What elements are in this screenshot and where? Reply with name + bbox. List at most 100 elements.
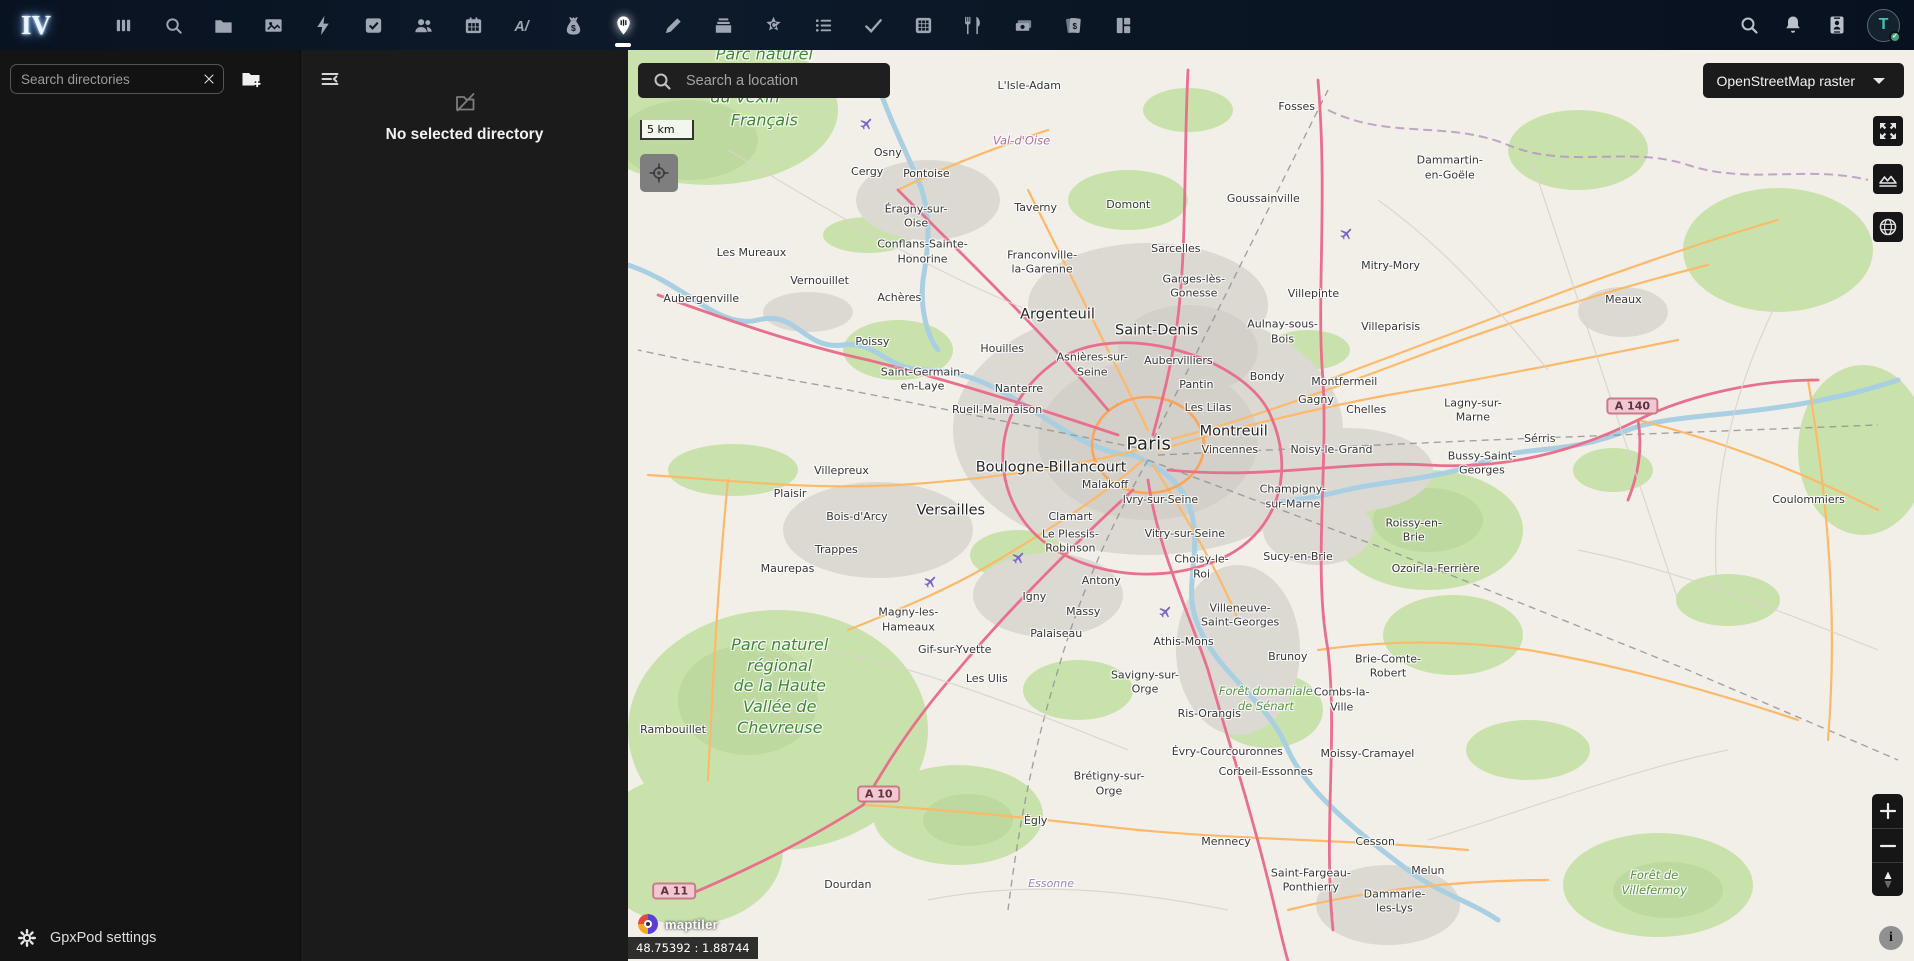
topbar-app-activity[interactable] bbox=[298, 0, 348, 50]
analytics-icon: A/ bbox=[512, 14, 535, 37]
map-label: Éragny-sur- Oise bbox=[885, 202, 948, 231]
topbar-app-notes[interactable] bbox=[648, 0, 698, 50]
map[interactable]: Parc natureldu VexinFrançaisL'Isle-AdamF… bbox=[628, 50, 1914, 961]
gpxpod-settings-button[interactable]: GpxPod settings bbox=[0, 915, 300, 961]
map-labels: Parc natureldu VexinFrançaisL'Isle-AdamF… bbox=[628, 50, 1914, 961]
map-label: Montreuil bbox=[1200, 422, 1268, 441]
search-icon bbox=[162, 14, 185, 37]
map-label: Saint-Germain- en-Laye bbox=[881, 365, 965, 394]
unified-search-button[interactable] bbox=[1727, 3, 1771, 47]
search-directories-input[interactable] bbox=[10, 64, 224, 94]
map-label: Villepreux bbox=[814, 464, 869, 478]
topbar-app-files[interactable] bbox=[198, 0, 248, 50]
globe-button[interactable] bbox=[1873, 212, 1903, 242]
map-label: Sarcelles bbox=[1151, 241, 1200, 255]
map-label: Gif-sur-Yvette bbox=[918, 643, 991, 657]
map-search-box[interactable] bbox=[638, 63, 890, 98]
map-label: Villepinte bbox=[1288, 287, 1339, 301]
map-label: Fosses bbox=[1278, 100, 1315, 114]
map-label: Conflans-Sainte- Honorine bbox=[877, 238, 968, 267]
contacts-menu-button[interactable] bbox=[1815, 3, 1859, 47]
directory-panel: No selected directory bbox=[300, 50, 628, 961]
map-label: Aubervilliers bbox=[1144, 353, 1213, 367]
map-label: Ris-Orangis bbox=[1178, 707, 1241, 721]
compass-button[interactable] bbox=[1872, 862, 1903, 896]
map-label: Saint-Fargeau- Ponthierry bbox=[1271, 867, 1351, 896]
map-label: Mitry-Mory bbox=[1361, 259, 1420, 273]
topbar-app-calendar[interactable] bbox=[448, 0, 498, 50]
layer-selector[interactable]: OpenStreetMap raster bbox=[1703, 63, 1904, 98]
topbar-app-analytics[interactable]: A/ bbox=[498, 0, 548, 50]
map-label: Domont bbox=[1106, 198, 1150, 212]
topbar-app-rooms[interactable] bbox=[1098, 0, 1148, 50]
map-label: Ozoir-la-Ferrière bbox=[1392, 562, 1480, 576]
rooms-icon bbox=[1112, 14, 1135, 37]
plus-icon bbox=[1876, 799, 1900, 823]
nextcloud-logo[interactable]: IV bbox=[0, 10, 72, 41]
topbar-app-photos[interactable] bbox=[248, 0, 298, 50]
contacts-card-icon bbox=[1825, 13, 1849, 37]
map-label: Versailles bbox=[916, 502, 985, 521]
moneybag-icon: $ bbox=[562, 14, 585, 37]
map-label: Houilles bbox=[980, 342, 1024, 356]
folder-plus-icon bbox=[239, 67, 263, 91]
airport-plane-icon bbox=[1008, 545, 1031, 568]
topbar-app-list[interactable] bbox=[798, 0, 848, 50]
map-label: Massy bbox=[1066, 605, 1100, 619]
payback-icon: $ bbox=[1062, 14, 1085, 37]
bell-icon bbox=[1781, 13, 1805, 37]
topbar-app-dashboard[interactable] bbox=[98, 0, 148, 50]
photos-icon bbox=[262, 14, 285, 37]
topbar-app-payback[interactable]: $ bbox=[1048, 0, 1098, 50]
empty-state: No selected directory bbox=[301, 90, 628, 144]
activity-icon bbox=[312, 14, 335, 37]
topbar-app-check[interactable] bbox=[848, 0, 898, 50]
topbar-app-moneybag[interactable]: $ bbox=[548, 0, 598, 50]
clear-search-icon[interactable] bbox=[201, 71, 217, 87]
fullscreen-icon bbox=[1876, 119, 1900, 143]
map-label: Cergy bbox=[851, 165, 883, 179]
topbar-app-money[interactable] bbox=[998, 0, 1048, 50]
attribution-info-button[interactable]: i bbox=[1879, 926, 1903, 950]
add-directory-button[interactable] bbox=[235, 63, 267, 95]
zoom-out-button[interactable] bbox=[1872, 828, 1903, 862]
zoom-control bbox=[1872, 794, 1903, 896]
topbar-app-contacts[interactable] bbox=[398, 0, 448, 50]
map-label: Malakoff bbox=[1082, 478, 1128, 492]
map-label: Palaiseau bbox=[1030, 627, 1082, 641]
map-label: Lagny-sur- Marne bbox=[1444, 396, 1502, 425]
map-label: Ivry-sur-Seine bbox=[1123, 493, 1199, 507]
app-navigation: GpxPod settings bbox=[0, 50, 300, 961]
map-search-input[interactable] bbox=[684, 72, 878, 90]
map-label: Les Mureaux bbox=[717, 246, 787, 260]
map-label: Parc naturel régional de la Haute Vallée… bbox=[731, 635, 828, 739]
topbar-app-cookbook[interactable] bbox=[948, 0, 998, 50]
avatar[interactable]: T ✓ bbox=[1867, 9, 1900, 42]
map-label: Plaisir bbox=[774, 487, 807, 501]
notifications-button[interactable] bbox=[1771, 3, 1815, 47]
chevron-down-icon bbox=[1867, 69, 1891, 93]
topbar-app-tables[interactable] bbox=[898, 0, 948, 50]
maptiler-attribution[interactable]: maptiler bbox=[636, 912, 718, 936]
topbar-app-gpxpod[interactable] bbox=[598, 0, 648, 50]
geolocate-button[interactable] bbox=[640, 154, 678, 192]
topbar-app-tasks[interactable] bbox=[348, 0, 398, 50]
contacts-icon bbox=[412, 14, 435, 37]
map-label: Meaux bbox=[1605, 292, 1641, 306]
map-label: Athis-Mons bbox=[1153, 635, 1213, 649]
topbar-app-search[interactable] bbox=[148, 0, 198, 50]
zoom-in-button[interactable] bbox=[1872, 794, 1903, 828]
map-label: Clamart bbox=[1048, 510, 1092, 524]
airport-plane-icon bbox=[1154, 600, 1177, 623]
map-label: Sérris bbox=[1524, 432, 1555, 446]
fullscreen-button[interactable] bbox=[1873, 116, 1903, 146]
terrain-button[interactable] bbox=[1873, 164, 1903, 194]
topbar-app-deck[interactable] bbox=[698, 0, 748, 50]
topbar-app-favorites[interactable]: C bbox=[748, 0, 798, 50]
search-icon bbox=[1737, 13, 1761, 37]
map-label: Pantin bbox=[1179, 378, 1213, 392]
map-label: Osny bbox=[874, 146, 902, 160]
map-label: Villeparisis bbox=[1361, 320, 1420, 334]
map-label: Taverny bbox=[1014, 200, 1057, 214]
map-label: Essonne bbox=[1028, 877, 1074, 891]
